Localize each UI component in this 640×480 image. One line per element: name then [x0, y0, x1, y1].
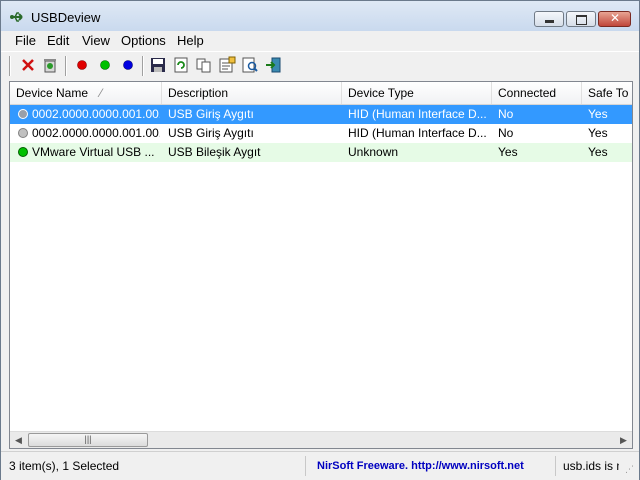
column-header-connected[interactable]: Connected [492, 82, 582, 104]
column-header-description[interactable]: Description [162, 82, 342, 104]
horizontal-scrollbar[interactable]: ◀ ||| ▶ [10, 431, 632, 448]
column-header-safe-to-unplug[interactable]: Safe To U [582, 82, 632, 104]
cell-connected: No [498, 107, 514, 121]
device-status-icon [18, 147, 28, 157]
minimize-icon [545, 20, 554, 23]
scrollbar-thumb[interactable]: ||| [28, 433, 148, 447]
blue-dot-icon[interactable] [119, 56, 137, 74]
exit-icon[interactable] [264, 56, 282, 74]
find-icon[interactable] [241, 56, 259, 74]
menu-bar: File Edit View Options Help [1, 31, 639, 51]
disconnect-device-icon[interactable] [19, 56, 37, 74]
nirsoft-link[interactable]: NirSoft Freeware. http://www.nirsoft.net [317, 456, 556, 476]
toolbar-separator [65, 56, 67, 76]
menu-file[interactable]: File [15, 33, 36, 48]
copy-icon[interactable] [195, 56, 213, 74]
usbdeview-window: USBDeview ✕ File Edit View Options Help [0, 0, 640, 480]
title-bar[interactable]: USBDeview ✕ [1, 1, 639, 31]
device-status-icon [18, 109, 28, 119]
refresh-icon[interactable] [172, 56, 190, 74]
menu-help[interactable]: Help [177, 33, 204, 48]
table-header: Device Name ⁄ Description Device Type Co… [10, 82, 632, 105]
scroll-right-icon[interactable]: ▶ [615, 432, 632, 448]
device-list[interactable]: Device Name ⁄ Description Device Type Co… [9, 81, 633, 449]
cell-connected: Yes [498, 145, 518, 159]
maximize-icon [576, 15, 587, 25]
toolbar-separator [142, 56, 144, 76]
cell-description: USB Giriş Aygıtı [168, 107, 254, 121]
toolbar-separator [9, 56, 11, 76]
cell-description: USB Giriş Aygıtı [168, 126, 254, 140]
table-row[interactable]: 0002.0000.0000.001.00... USB Giriş Aygıt… [10, 105, 632, 124]
cell-device-name: 0002.0000.0000.001.00... [32, 107, 160, 121]
usb-app-icon [10, 12, 23, 22]
cell-connected: No [498, 126, 514, 140]
menu-view[interactable]: View [82, 33, 110, 48]
column-header-device-name[interactable]: Device Name ⁄ [10, 82, 162, 104]
maximize-button[interactable] [566, 11, 596, 27]
device-status-icon [18, 128, 28, 138]
menu-edit[interactable]: Edit [47, 33, 69, 48]
column-header-device-type[interactable]: Device Type [342, 82, 492, 104]
table-row[interactable]: 0002.0000.0000.001.00... USB Giriş Aygıt… [10, 124, 632, 143]
minimize-button[interactable] [534, 11, 564, 27]
cell-device-name: VMware Virtual USB ... [32, 145, 155, 159]
menu-options[interactable]: Options [121, 33, 166, 48]
properties-icon[interactable] [218, 56, 236, 74]
cell-device-type: HID (Human Interface D... [348, 126, 487, 140]
close-icon: ✕ [610, 11, 621, 25]
cell-safe-to-unplug: Yes [588, 145, 608, 159]
cell-device-type: HID (Human Interface D... [348, 107, 487, 121]
green-dot-icon[interactable] [96, 56, 114, 74]
status-item-count: 3 item(s), 1 Selected [9, 456, 306, 476]
cell-safe-to-unplug: Yes [588, 126, 608, 140]
status-bar: 3 item(s), 1 Selected NirSoft Freeware. … [1, 451, 639, 480]
uninstall-device-icon[interactable] [41, 56, 59, 74]
sort-indicator-icon: ⁄ [100, 86, 103, 100]
scroll-left-icon[interactable]: ◀ [10, 432, 27, 448]
window-title: USBDeview [31, 10, 101, 25]
close-button[interactable]: ✕ [598, 11, 631, 27]
resize-grip-icon[interactable]: ⋰ [625, 464, 634, 475]
table-row[interactable]: VMware Virtual USB ... USB Bileşik Aygıt… [10, 143, 632, 162]
red-dot-icon[interactable] [73, 56, 91, 74]
toolbar [1, 51, 639, 80]
cell-device-name: 0002.0000.0000.001.00... [32, 126, 160, 140]
cell-safe-to-unplug: Yes [588, 107, 608, 121]
cell-description: USB Bileşik Aygıt [168, 145, 261, 159]
status-usb-ids: usb.ids is n [563, 459, 619, 473]
cell-device-type: Unknown [348, 145, 399, 159]
save-icon[interactable] [149, 56, 167, 74]
